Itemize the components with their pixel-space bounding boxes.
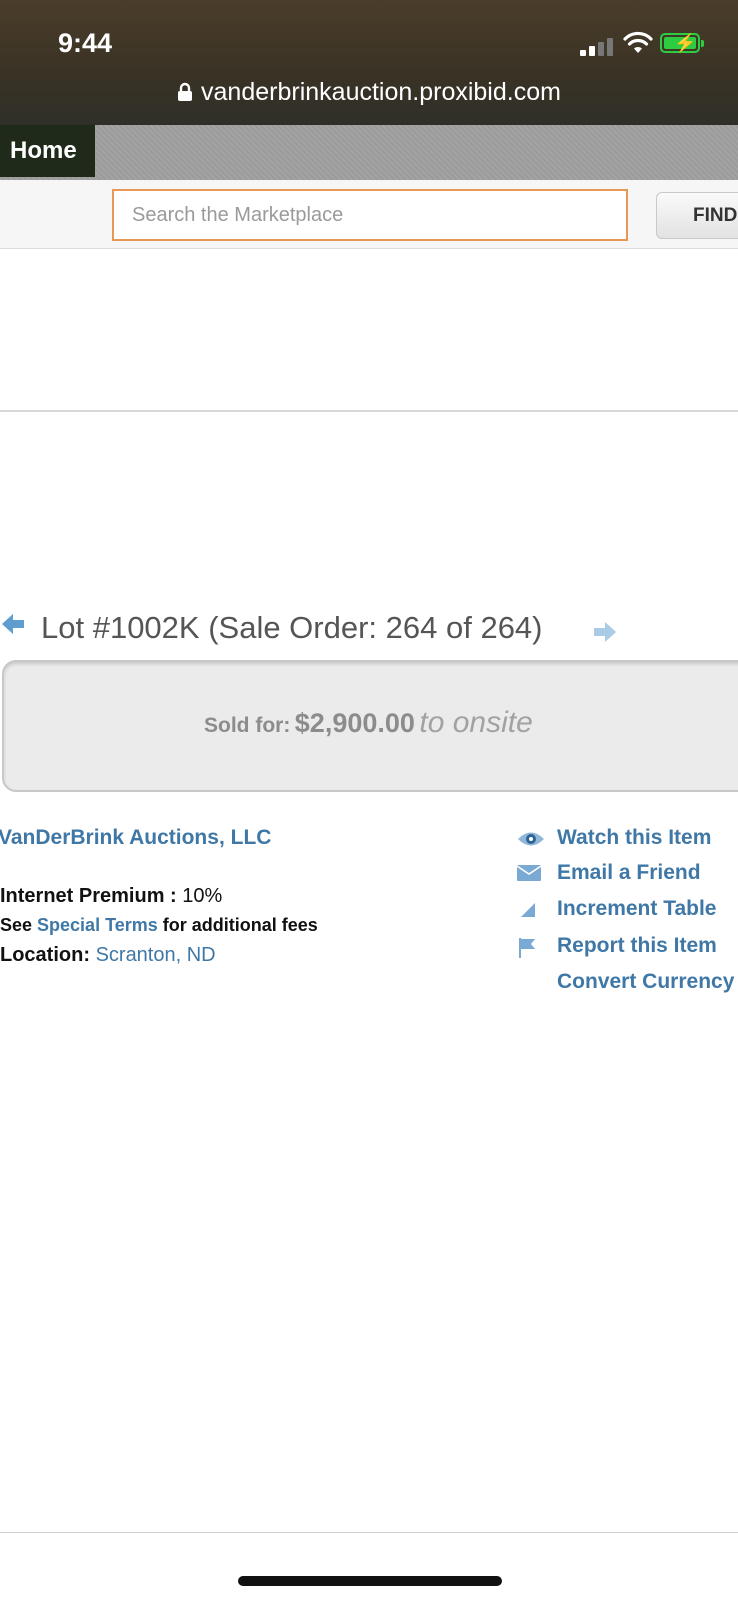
location-value[interactable]: Scranton, ND [96,944,216,966]
special-terms-link[interactable]: Special Terms [37,915,158,935]
home-tab[interactable]: Home [0,125,95,177]
find-button[interactable]: FIND [656,192,738,239]
premium-separator: : [164,885,183,907]
url-text: vanderbrinkauction.proxibid.com [201,78,561,106]
location-label: Location: [0,944,90,966]
divider [0,410,738,412]
battery-icon: ⚡ [660,33,700,53]
flag-icon [519,938,535,958]
increment-table-link[interactable]: Increment Table [517,897,738,927]
home-indicator[interactable] [238,1576,502,1586]
search-row: FIND [0,180,738,249]
sold-to: to onsite [419,706,533,739]
status-time: 9:44 [58,28,113,58]
sold-status-box: Sold for: $2,900.00 to onsite [2,660,738,792]
special-terms-line: See Special Terms for additional fees [0,915,318,936]
watch-item-link[interactable]: Watch this Item [517,826,738,856]
divider [0,1532,738,1533]
nav-bar: Home [0,125,738,180]
eye-icon [518,832,544,846]
sold-summary: Sold for: $2,900.00 to onsite [204,706,533,740]
convert-currency-link[interactable]: Convert Currency [517,970,738,1000]
premium-label: Internet Premium [0,885,165,907]
lock-icon [178,82,193,101]
browser-top-bar: 9:44 ⚡ vanderbrinkauction.proxibid.com [0,0,738,125]
terms-suffix: for additional fees [157,915,318,935]
bar-chart-icon [521,903,535,917]
premium-value: 10% [182,885,223,907]
increment-table-label: Increment Table [557,897,717,920]
email-friend-link[interactable]: Email a Friend [517,861,738,891]
lot-title: Lot #1002K (Sale Order: 264 of 264) [41,610,543,645]
terms-prefix: See [0,915,38,935]
envelope-icon [517,865,541,881]
report-item-label: Report this Item [557,934,717,957]
battery-nub [701,40,704,47]
previous-lot-arrow-icon[interactable] [2,614,24,634]
next-lot-arrow-icon[interactable] [594,622,616,642]
email-friend-label: Email a Friend [557,861,701,884]
seller-link[interactable]: VanDerBrink Auctions, LLC [0,826,271,850]
sold-label: Sold for: [204,714,291,737]
wifi-icon [623,31,653,53]
sold-amount: $2,900.00 [294,708,415,738]
location-line: Location: Scranton, ND [0,944,216,967]
search-input[interactable] [112,189,628,241]
convert-currency-label: Convert Currency [557,970,735,993]
internet-premium: Internet Premium : 10% [0,885,222,908]
address-bar[interactable]: vanderbrinkauction.proxibid.com [0,78,738,107]
lot-header: Lot #1002K (Sale Order: 264 of 264) [0,608,738,652]
report-item-link[interactable]: Report this Item [517,934,738,964]
watch-item-label: Watch this Item [557,826,712,849]
signal-icon [580,36,616,56]
